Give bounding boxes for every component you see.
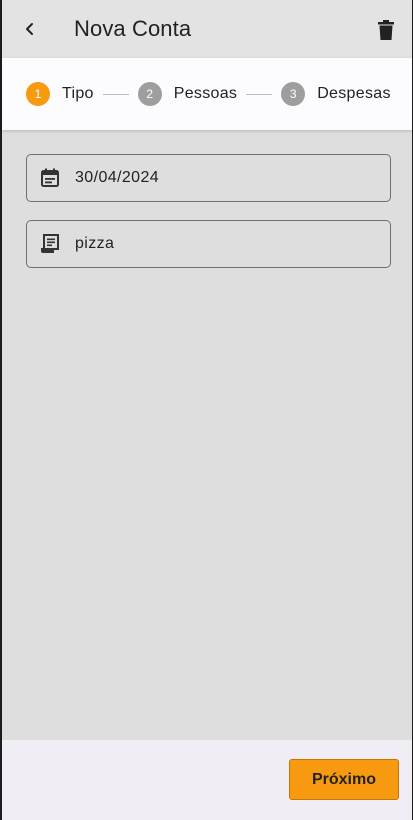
- step-label: Tipo: [62, 85, 94, 102]
- back-button[interactable]: [2, 0, 58, 58]
- step-divider: [246, 93, 273, 95]
- trash-icon: [378, 20, 394, 40]
- app-bar: Nova Conta: [2, 0, 412, 58]
- step-label: Despesas: [317, 85, 391, 102]
- calendar-icon: [39, 167, 61, 189]
- step-tipo[interactable]: 1 Tipo: [26, 82, 94, 106]
- stepper: 1 Tipo 2 Pessoas 3 Despesas: [2, 58, 412, 130]
- chevron-left-icon: [26, 23, 33, 35]
- step-pessoas[interactable]: 2 Pessoas: [137, 82, 238, 106]
- receipt-icon: [39, 233, 61, 255]
- description-value: pizza: [75, 235, 115, 252]
- description-field[interactable]: pizza: [26, 220, 391, 268]
- step-despesas[interactable]: 3 Despesas: [281, 82, 391, 106]
- step-label: Pessoas: [173, 85, 238, 102]
- page-title: Nova Conta: [74, 16, 192, 41]
- step-divider: [102, 93, 129, 95]
- step-number: 3: [281, 82, 306, 106]
- step-number: 2: [137, 82, 162, 106]
- step-number: 1: [26, 82, 50, 106]
- next-button[interactable]: Próximo: [289, 759, 399, 800]
- date-field[interactable]: 30/04/2024: [26, 154, 391, 202]
- date-value: 30/04/2024: [75, 169, 160, 186]
- delete-button[interactable]: [368, 12, 404, 48]
